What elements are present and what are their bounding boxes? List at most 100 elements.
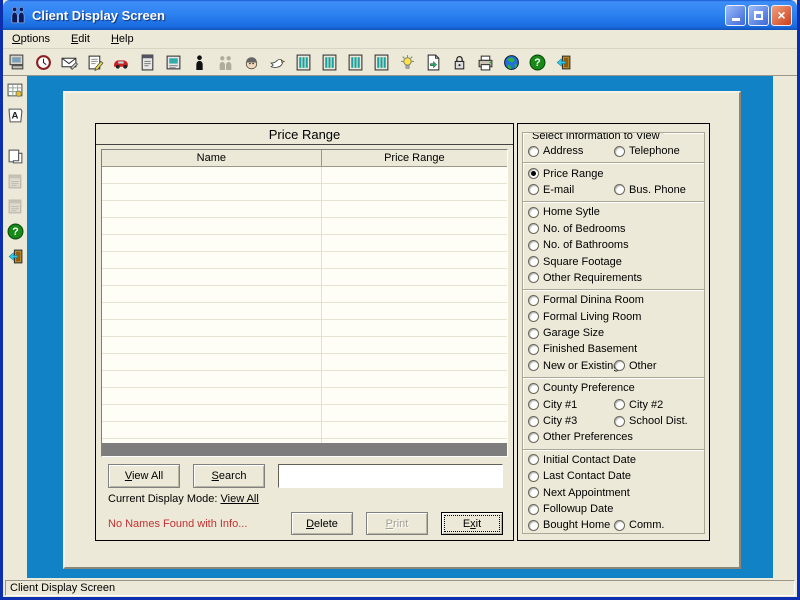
radio-row: AddressTelephone bbox=[523, 143, 704, 159]
radio-group-5: County Preference City #1 City #2 City #3 Sc… bbox=[523, 377, 704, 449]
help-button[interactable]: ? bbox=[526, 51, 549, 74]
printer-button[interactable] bbox=[474, 51, 497, 74]
radio-city-3[interactable]: City #3 bbox=[528, 415, 614, 427]
radio-new-or-existing[interactable]: New or Existing bbox=[528, 360, 614, 372]
radio-school-dist[interactable]: School Dist. bbox=[614, 415, 688, 427]
menu-options[interactable]: Options bbox=[7, 31, 58, 47]
photo-report-button[interactable] bbox=[162, 51, 185, 74]
door-4-button[interactable] bbox=[370, 51, 393, 74]
radio-telephone[interactable]: Telephone bbox=[614, 145, 680, 157]
radio-garage-size[interactable]: Garage Size bbox=[528, 327, 604, 339]
radio-formal-living-room[interactable]: Formal Living Room bbox=[528, 311, 641, 323]
radio-other[interactable]: Other bbox=[614, 360, 657, 372]
radio-label: No. of Bedrooms bbox=[543, 223, 626, 235]
view-all-button[interactable]: View All bbox=[108, 464, 180, 488]
report-disabled-2-icon bbox=[7, 198, 24, 215]
report-disabled-1-button[interactable] bbox=[5, 171, 25, 191]
car-button[interactable] bbox=[110, 51, 133, 74]
radio-comm[interactable]: Comm. bbox=[614, 519, 664, 531]
idea-bulb-button[interactable] bbox=[396, 51, 419, 74]
agent-button[interactable] bbox=[240, 51, 263, 74]
mail-button[interactable] bbox=[58, 51, 81, 74]
door-2-button[interactable] bbox=[318, 51, 341, 74]
radio-finished-basement[interactable]: Finished Basement bbox=[528, 343, 637, 355]
radio-circle-icon bbox=[528, 328, 539, 339]
exit-button[interactable]: Exit bbox=[441, 512, 503, 535]
notes-icon bbox=[87, 54, 104, 71]
computer-button[interactable] bbox=[6, 51, 29, 74]
radio-bus-phone[interactable]: Bus. Phone bbox=[614, 184, 686, 196]
radio-circle-icon bbox=[528, 504, 539, 515]
notes-button[interactable] bbox=[84, 51, 107, 74]
radio-home-sytle[interactable]: Home Sytle bbox=[528, 206, 600, 218]
maximize-button[interactable] bbox=[748, 5, 769, 26]
radio-city-1[interactable]: City #1 bbox=[528, 399, 614, 411]
agent-icon bbox=[243, 54, 260, 71]
radio-bought-home[interactable]: Bought Home bbox=[528, 519, 614, 531]
radio-label: Formal Living Room bbox=[543, 311, 641, 323]
radio-city-2[interactable]: City #2 bbox=[614, 399, 663, 411]
radio-label: Bought Home bbox=[543, 519, 610, 531]
radio-label: City #3 bbox=[543, 415, 577, 427]
report-disabled-2-button[interactable] bbox=[5, 196, 25, 216]
radio-circle-icon bbox=[528, 520, 539, 531]
exit-icon bbox=[555, 54, 572, 71]
help-button-sidebar[interactable]: ? bbox=[5, 221, 25, 241]
radio-circle-icon bbox=[528, 383, 539, 394]
spreadsheet-button[interactable] bbox=[5, 80, 25, 100]
clock-button[interactable] bbox=[32, 51, 55, 74]
menubar: Options Edit Help bbox=[3, 30, 797, 49]
door-1-icon bbox=[295, 54, 312, 71]
radio-circle-icon bbox=[528, 240, 539, 251]
bird-button[interactable] bbox=[266, 51, 289, 74]
radio-price-range[interactable]: Price Range bbox=[528, 168, 604, 180]
web-globe-button[interactable] bbox=[500, 51, 523, 74]
radio-row: Formal Dinina Room bbox=[523, 292, 704, 308]
exit-button-toolbar[interactable] bbox=[552, 51, 575, 74]
radio-no-of-bedrooms[interactable]: No. of Bedrooms bbox=[528, 223, 626, 235]
radio-e-mail[interactable]: E-mail bbox=[528, 184, 614, 196]
search-input[interactable] bbox=[278, 464, 503, 488]
door-1-button[interactable] bbox=[292, 51, 315, 74]
radio-address[interactable]: Address bbox=[528, 145, 614, 157]
radio-county-preference[interactable]: County Preference bbox=[528, 382, 635, 394]
copy-button[interactable] bbox=[5, 146, 25, 166]
client-button[interactable] bbox=[188, 51, 211, 74]
radio-other-preferences[interactable]: Other Preferences bbox=[528, 431, 633, 443]
report-button[interactable] bbox=[136, 51, 159, 74]
radio-followup-date[interactable]: Followup Date bbox=[528, 503, 613, 515]
radio-initial-contact-date[interactable]: Initial Contact Date bbox=[528, 454, 636, 466]
radio-other-requirements[interactable]: Other Requirements bbox=[528, 272, 642, 284]
menu-edit[interactable]: Edit bbox=[66, 31, 98, 47]
main-panel: Price Range Name Price Range View All Se… bbox=[63, 91, 741, 569]
menu-help[interactable]: Help bbox=[106, 31, 142, 47]
page-transfer-button[interactable] bbox=[422, 51, 445, 74]
radio-formal-dinina-room[interactable]: Formal Dinina Room bbox=[528, 294, 644, 306]
groupbox-caption: Select Information to View bbox=[529, 132, 663, 142]
display-mode-line: Current Display Mode: View All bbox=[108, 493, 513, 505]
exit-button-sidebar[interactable] bbox=[5, 246, 25, 266]
minimize-button[interactable] bbox=[725, 5, 746, 26]
radio-label: City #2 bbox=[629, 399, 663, 411]
search-button[interactable]: Search bbox=[193, 464, 265, 488]
radio-circle-icon bbox=[528, 146, 539, 157]
radio-last-contact-date[interactable]: Last Contact Date bbox=[528, 470, 631, 482]
radio-square-footage[interactable]: Square Footage bbox=[528, 256, 622, 268]
delete-button[interactable]: Delete bbox=[291, 512, 353, 535]
font-button[interactable]: A bbox=[5, 105, 25, 125]
clients-button[interactable] bbox=[214, 51, 237, 74]
radio-group-3: Home Sytle No. of Bedrooms No. of Bathroom… bbox=[523, 201, 704, 289]
radio-no-of-bathrooms[interactable]: No. of Bathrooms bbox=[528, 239, 629, 251]
client-list[interactable] bbox=[102, 167, 507, 443]
no-names-warning: No Names Found with Info... bbox=[108, 518, 278, 530]
form-background: Price Range Name Price Range View All Se… bbox=[27, 76, 773, 578]
radio-next-appointment[interactable]: Next Appointment bbox=[528, 487, 630, 499]
print-button[interactable]: Print bbox=[366, 512, 428, 535]
door-3-button[interactable] bbox=[344, 51, 367, 74]
radio-label: Last Contact Date bbox=[543, 470, 631, 482]
close-button[interactable]: × bbox=[771, 5, 792, 26]
lock-button[interactable] bbox=[448, 51, 471, 74]
radio-label: Initial Contact Date bbox=[543, 454, 636, 466]
horizontal-scrollbar[interactable] bbox=[102, 443, 507, 456]
radio-row: Other Preferences bbox=[523, 429, 704, 445]
